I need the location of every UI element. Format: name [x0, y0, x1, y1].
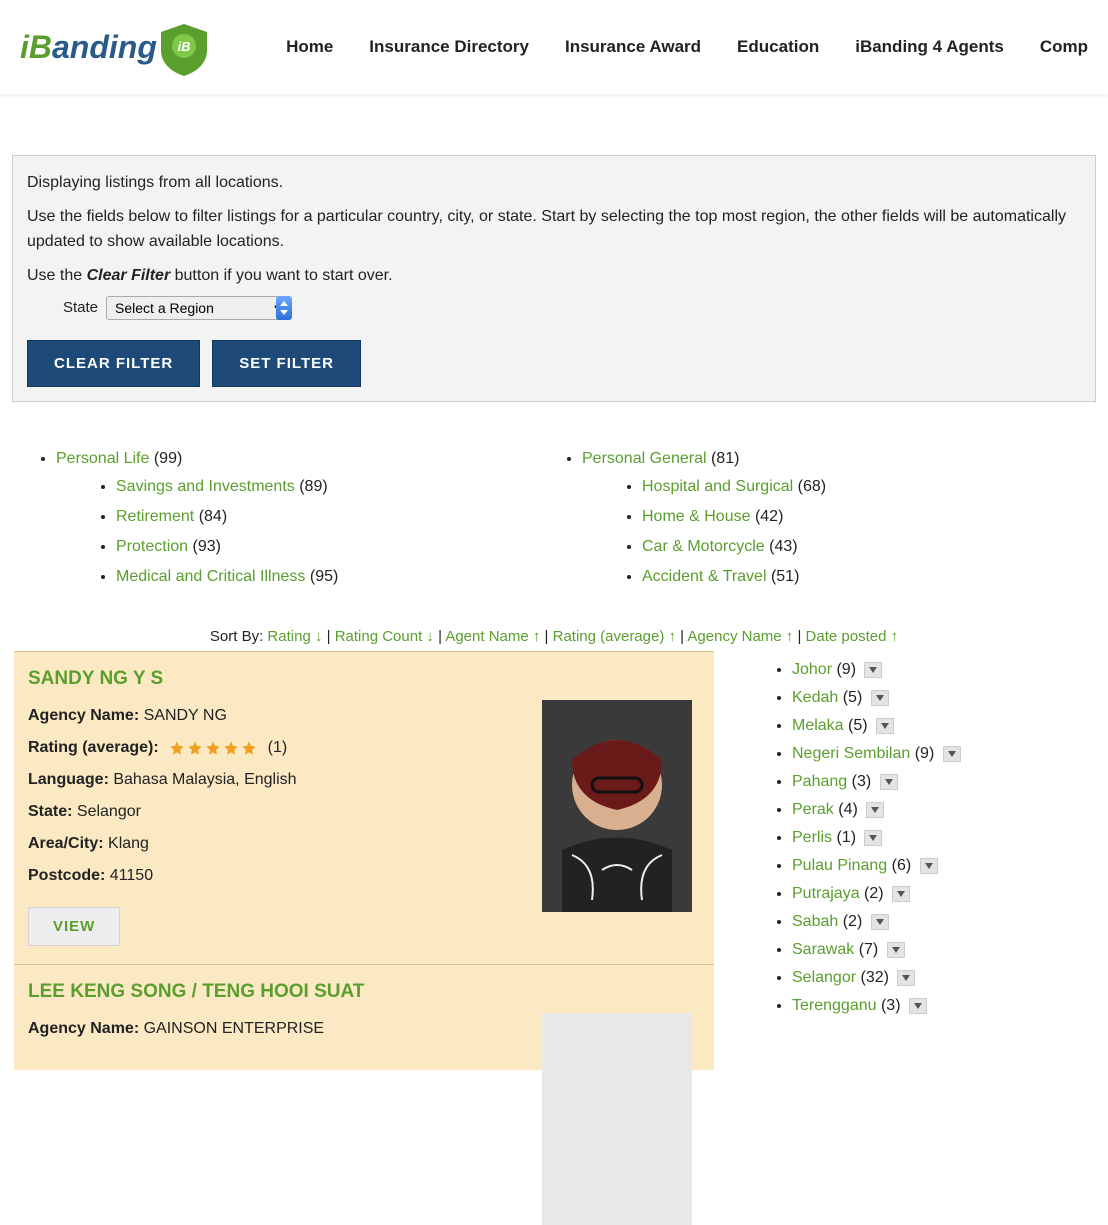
- state-link[interactable]: Perlis: [792, 829, 832, 846]
- state-link[interactable]: Kedah: [792, 689, 838, 706]
- nav-4agents[interactable]: iBanding 4 Agents: [855, 37, 1004, 57]
- sort-agent-name[interactable]: Agent Name ↑: [445, 628, 540, 645]
- category-columns: Personal Life (99) Savings and Investmen…: [0, 414, 1108, 610]
- state-link[interactable]: Sarawak: [792, 941, 854, 958]
- expand-icon[interactable]: [866, 802, 884, 818]
- listings: SANDY NG Y S Agency Name: SANDY NG Ratin…: [14, 651, 714, 1069]
- state-link[interactable]: Sabah: [792, 913, 838, 930]
- state-item: Negeri Sembilan (9): [792, 745, 974, 763]
- sort-rating[interactable]: Rating ↓: [267, 628, 322, 645]
- svg-text:iB: iB: [177, 39, 190, 54]
- star-icon: [169, 740, 185, 756]
- expand-icon[interactable]: [880, 774, 898, 790]
- logo-text-b: anding: [52, 29, 157, 66]
- clear-filter-button[interactable]: CLEAR FILTER: [27, 340, 200, 387]
- cat-savings[interactable]: Savings and Investments: [116, 478, 295, 495]
- expand-icon[interactable]: [864, 830, 882, 846]
- listing-card: LEE KENG SONG / TENG HOOI SUAT Agency Na…: [14, 964, 714, 1070]
- cat-home[interactable]: Home & House: [642, 508, 751, 525]
- cat-protection[interactable]: Protection: [116, 538, 188, 555]
- state-link[interactable]: Terengganu: [792, 997, 877, 1014]
- listing-card: SANDY NG Y S Agency Name: SANDY NG Ratin…: [14, 651, 714, 964]
- expand-icon[interactable]: [864, 662, 882, 678]
- state-item: Pahang (3): [792, 773, 974, 791]
- state-link[interactable]: Perak: [792, 801, 834, 818]
- set-filter-button[interactable]: SET FILTER: [212, 340, 361, 387]
- expand-icon[interactable]: [892, 886, 910, 902]
- state-item: Perlis (1): [792, 829, 974, 847]
- state-item: Kedah (5): [792, 689, 974, 707]
- cat-personal-life[interactable]: Personal Life: [56, 450, 149, 467]
- star-icon: [205, 740, 221, 756]
- state-item: Sarawak (7): [792, 941, 974, 959]
- nav-directory[interactable]: Insurance Directory: [369, 37, 529, 57]
- listing-title[interactable]: LEE KENG SONG / TENG HOOI SUAT: [28, 981, 364, 1002]
- shield-icon: iB: [161, 24, 207, 76]
- state-label: State: [63, 296, 98, 320]
- state-link[interactable]: Pulau Pinang: [792, 857, 887, 874]
- main-nav: iBanding iB Home Insurance Directory Ins…: [0, 0, 1108, 94]
- expand-icon[interactable]: [920, 858, 938, 874]
- state-row: State Select a Region: [63, 296, 1081, 320]
- sort-date-posted[interactable]: Date posted ↑: [806, 628, 899, 645]
- state-item: Terengganu (3): [792, 997, 974, 1015]
- nav-links: Home Insurance Directory Insurance Award…: [286, 37, 1088, 57]
- cat-hospital[interactable]: Hospital and Surgical: [642, 478, 793, 495]
- filter-line2: Use the fields below to filter listings …: [27, 204, 1081, 255]
- state-link[interactable]: Pahang: [792, 773, 847, 790]
- agent-photo: [542, 700, 692, 912]
- agent-photo: [542, 1013, 692, 1225]
- state-item: Perak (4): [792, 801, 974, 819]
- star-icon: [187, 740, 203, 756]
- logo[interactable]: iBanding iB: [20, 18, 207, 76]
- view-button[interactable]: VIEW: [28, 907, 120, 946]
- filter-box: Displaying listings from all locations. …: [12, 155, 1096, 402]
- state-link[interactable]: Selangor: [792, 969, 856, 986]
- cat-car[interactable]: Car & Motorcycle: [642, 538, 765, 555]
- filter-line3: Use the Clear Filter button if you want …: [27, 263, 1081, 289]
- select-arrows-icon: [276, 296, 292, 320]
- nav-education[interactable]: Education: [737, 37, 819, 57]
- state-link[interactable]: Johor: [792, 661, 832, 678]
- expand-icon[interactable]: [871, 690, 889, 706]
- cat-personal-general[interactable]: Personal General: [582, 450, 707, 467]
- state-item: Putrajaya (2): [792, 885, 974, 903]
- cat-medical[interactable]: Medical and Critical Illness: [116, 568, 305, 585]
- cat-retirement[interactable]: Retirement: [116, 508, 194, 525]
- expand-icon[interactable]: [897, 970, 915, 986]
- sort-rating-count[interactable]: Rating Count ↓: [335, 628, 434, 645]
- cat-accident[interactable]: Accident & Travel: [642, 568, 767, 585]
- expand-icon[interactable]: [943, 746, 961, 762]
- state-item: Sabah (2): [792, 913, 974, 931]
- listing-title[interactable]: SANDY NG Y S: [28, 668, 163, 689]
- state-sidebar: Johor (9) Kedah (5) Melaka (5) Negeri Se…: [714, 651, 974, 1069]
- star-icon: [223, 740, 239, 756]
- state-item: Johor (9): [792, 661, 974, 679]
- rating-stars: [169, 740, 257, 756]
- expand-icon[interactable]: [887, 942, 905, 958]
- state-link[interactable]: Melaka: [792, 717, 844, 734]
- state-item: Selangor (32): [792, 969, 974, 987]
- state-item: Melaka (5): [792, 717, 974, 735]
- state-item: Pulau Pinang (6): [792, 857, 974, 875]
- nav-award[interactable]: Insurance Award: [565, 37, 701, 57]
- star-icon: [241, 740, 257, 756]
- sort-agency-name[interactable]: Agency Name ↑: [687, 628, 793, 645]
- state-select[interactable]: Select a Region: [106, 296, 288, 320]
- nav-comp[interactable]: Comp: [1040, 37, 1088, 57]
- expand-icon[interactable]: [876, 718, 894, 734]
- sort-rating-avg[interactable]: Rating (average) ↑: [553, 628, 676, 645]
- expand-icon[interactable]: [871, 914, 889, 930]
- state-link[interactable]: Putrajaya: [792, 885, 860, 902]
- sort-row: Sort By: Rating ↓ | Rating Count ↓ | Age…: [8, 628, 1100, 645]
- expand-icon[interactable]: [909, 998, 927, 1014]
- state-link[interactable]: Negeri Sembilan: [792, 745, 910, 762]
- logo-text-a: iB: [20, 29, 52, 66]
- nav-home[interactable]: Home: [286, 37, 333, 57]
- filter-line1: Displaying listings from all locations.: [27, 170, 1081, 196]
